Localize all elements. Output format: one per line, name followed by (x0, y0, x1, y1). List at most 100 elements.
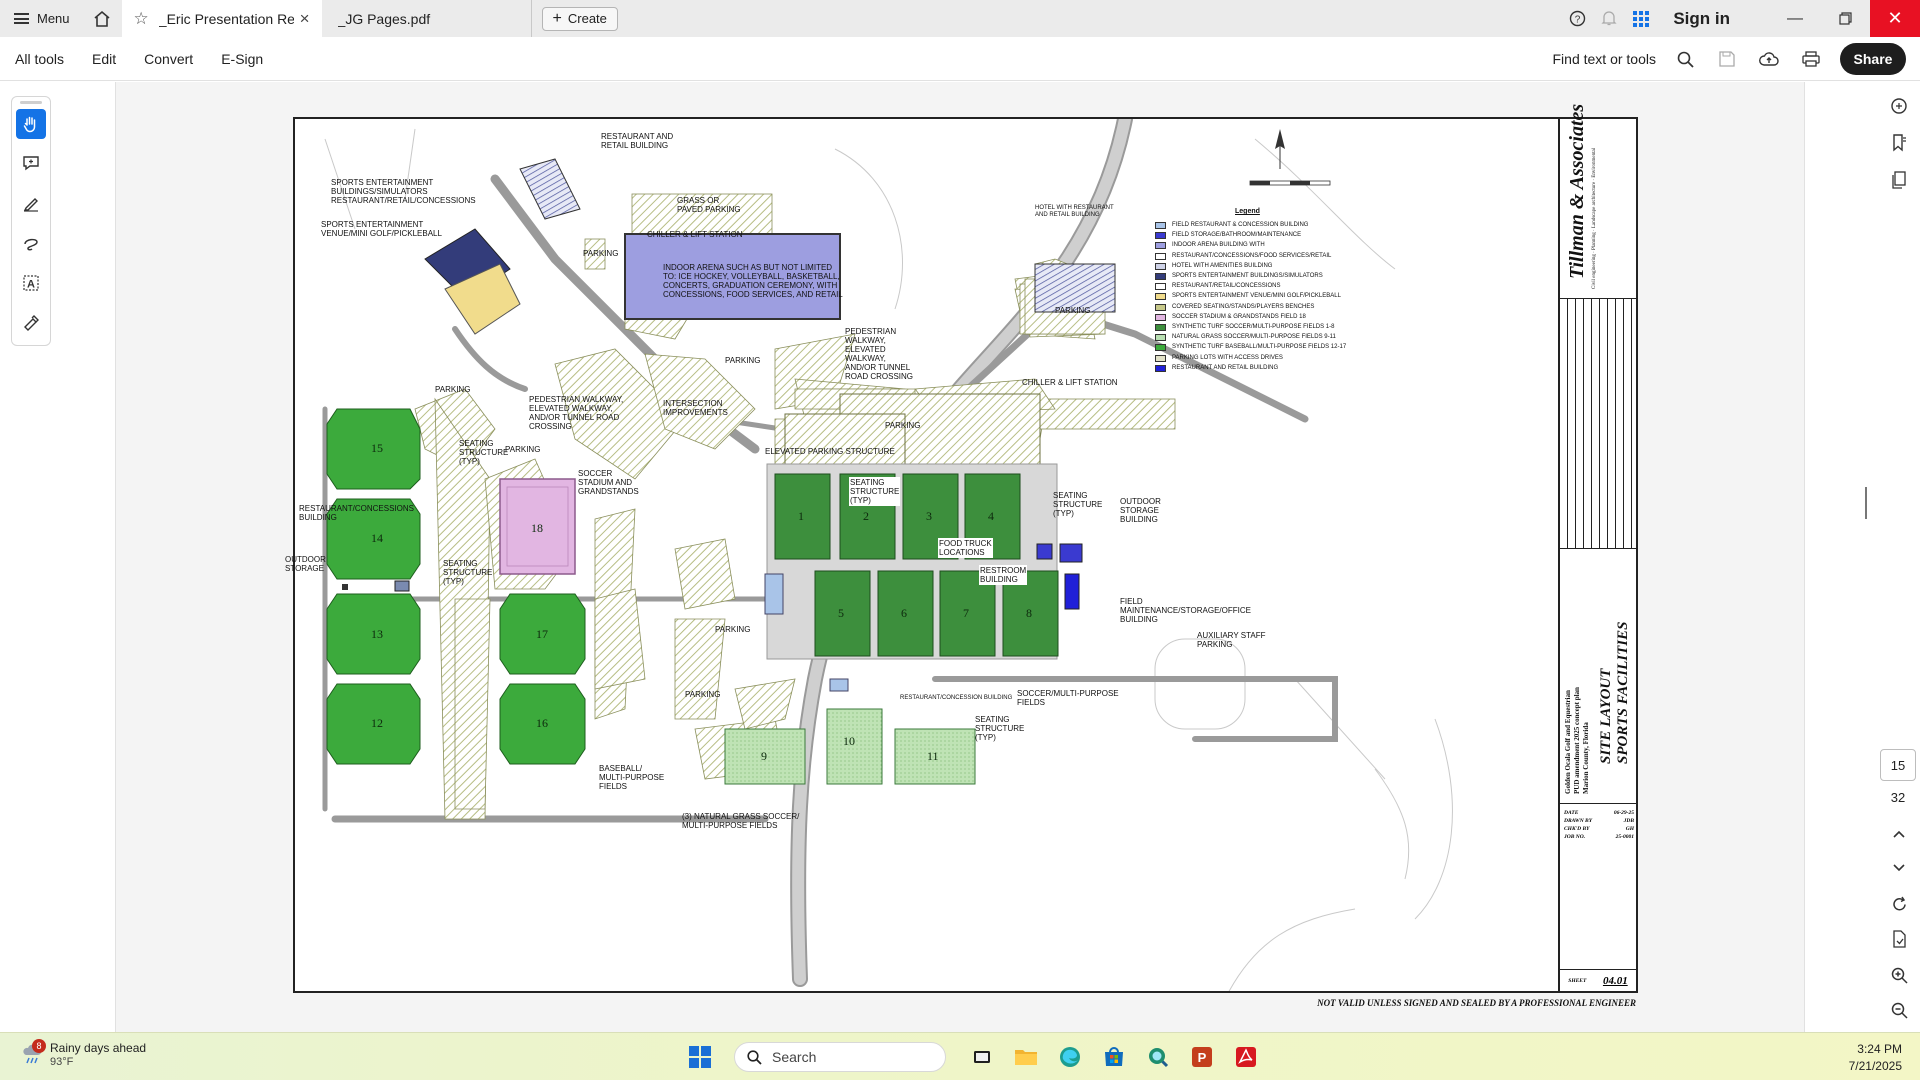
window-close-icon[interactable]: ✕ (1870, 0, 1920, 37)
firm-name: Tillman & Associates (1566, 103, 1588, 279)
save-icon[interactable] (1706, 37, 1748, 81)
label-seating-3: Seating structure (typ) (849, 477, 901, 506)
print-icon[interactable] (1790, 37, 1832, 81)
tab-label: _JG Pages.pdf (337, 10, 431, 27)
close-icon[interactable]: × (300, 9, 310, 29)
label-text: Sports entertainment buildings/simulator… (331, 178, 476, 205)
tab-label: _Eric Presentation Revp... (158, 10, 294, 27)
all-tools-menu[interactable]: All tools (15, 51, 64, 67)
job-label: Job no. (1564, 834, 1586, 840)
tab-eric-presentation[interactable]: ☆ _Eric Presentation Revp... × (121, 0, 322, 37)
comment-panel-icon[interactable] (1884, 91, 1914, 121)
project-name: Golden Ocala Golf and Equestrian PUD ame… (1564, 687, 1590, 794)
label-restaurant-retail: Restaurant and retail building (601, 132, 673, 150)
tab-jg-pages[interactable]: _JG Pages.pdf (322, 0, 532, 37)
sign-pen-icon[interactable] (16, 308, 46, 338)
taskbar-apps: Search P (678, 1039, 1268, 1075)
right-rail: 15 32 (1804, 82, 1920, 1032)
label-text: Chiller & lift station (647, 230, 743, 239)
label-outdoor-storage-right: Outdoor storage building (1120, 497, 1161, 524)
rotate-icon[interactable] (1884, 889, 1914, 919)
edge-browser-icon[interactable] (1050, 1039, 1090, 1075)
sign-in-button[interactable]: Sign in (1673, 9, 1730, 29)
taskbar-search-input[interactable]: Search (734, 1042, 946, 1072)
field-number-4: 4 (988, 509, 994, 523)
drawn-label: Drawn by (1564, 818, 1593, 824)
bookmark-icon[interactable] (1884, 128, 1914, 158)
label-parking-8: Parking (1055, 306, 1090, 315)
title-block: Tillman & Associates Civil engineering ·… (1558, 104, 1636, 991)
field-number-3: 3 (926, 509, 932, 523)
cloud-upload-icon[interactable] (1748, 37, 1790, 81)
sheet-number: 04.01 (1602, 974, 1628, 987)
panel-grip[interactable] (20, 101, 42, 104)
pages-icon[interactable] (1884, 165, 1914, 195)
legend-label: Hotel with amenities building (1172, 262, 1273, 269)
legend-item: Sports entertainment venue/mini golf/pic… (1155, 293, 1341, 301)
map-search-app-icon[interactable] (1138, 1039, 1178, 1075)
windows-start-icon[interactable] (680, 1039, 720, 1075)
menu-button[interactable]: Menu (0, 0, 82, 37)
bell-icon[interactable] (1593, 0, 1625, 37)
file-explorer-icon[interactable] (1006, 1039, 1046, 1075)
minimize-icon[interactable]: — (1770, 0, 1820, 37)
sheet-title: Site layout sports facilities (1598, 621, 1631, 764)
task-view-icon[interactable] (962, 1039, 1002, 1075)
firm-panel: Tillman & Associates Civil engineering ·… (1560, 104, 1636, 299)
label-text: Seating structure (typ) (443, 559, 493, 586)
home-icon (94, 10, 110, 27)
highlight-pen-icon[interactable] (16, 188, 46, 218)
document-canvas[interactable]: Restaurant and retail building Sports en… (116, 82, 1804, 1032)
field-number-10: 10 (843, 734, 855, 748)
label-hotel: Hotel with restaurant and retail buildin… (1035, 205, 1114, 219)
draw-freehand-icon[interactable] (16, 228, 46, 258)
add-comment-icon[interactable] (16, 148, 46, 178)
find-text-button[interactable]: Find text or tools (1553, 51, 1657, 67)
label-parking-1: Parking (583, 249, 618, 258)
create-button[interactable]: + Create (541, 6, 618, 31)
microsoft-store-icon[interactable] (1094, 1039, 1134, 1075)
vertical-scrollbar[interactable] (1865, 487, 1867, 519)
edit-menu[interactable]: Edit (92, 51, 116, 67)
label-text: (3) Natural grass soccer/ multi-purpose … (682, 812, 800, 830)
chevron-up-icon[interactable] (1884, 819, 1914, 849)
zoom-in-icon[interactable] (1884, 960, 1914, 990)
label-parking-3: Parking (435, 385, 470, 394)
restore-icon[interactable] (1820, 0, 1870, 37)
home-button[interactable] (82, 0, 122, 37)
apps-grid-icon[interactable] (1625, 0, 1657, 37)
star-icon[interactable]: ☆ (134, 9, 149, 29)
legend-label: Field restaurant & concession building (1172, 222, 1309, 228)
date-label: Date (1564, 810, 1579, 816)
label-natural-grass: (3) Natural grass soccer/ multi-purpose … (682, 812, 799, 830)
label-field-maintenance: Field maintenance/storage/office buildin… (1120, 597, 1251, 624)
help-icon[interactable]: ? (1561, 0, 1593, 37)
extract-page-icon[interactable] (1884, 924, 1914, 954)
scale-bar (1249, 180, 1331, 186)
convert-menu[interactable]: Convert (144, 51, 193, 67)
plus-icon: + (552, 9, 562, 27)
pdf-page[interactable]: Restaurant and retail building Sports en… (285, 104, 1638, 1008)
powerpoint-icon[interactable]: P (1182, 1039, 1222, 1075)
legend-label: Sports entertainment buildings/simulator… (1172, 273, 1323, 279)
svg-text:P: P (1198, 1050, 1207, 1065)
checked-value: GH (1625, 826, 1634, 832)
esign-menu[interactable]: E-Sign (221, 51, 263, 67)
zoom-out-icon[interactable] (1884, 995, 1914, 1025)
page-number-input[interactable]: 15 (1880, 749, 1916, 781)
chevron-down-icon[interactable] (1884, 853, 1914, 883)
label-text: Parking (583, 249, 619, 258)
label-parking-2: Parking (725, 356, 760, 365)
system-clock[interactable]: 3:24 PM 7/21/2025 (1849, 1041, 1902, 1075)
share-button[interactable]: Share (1840, 43, 1906, 75)
label-grass-paved-parking: Grass or paved parking (677, 196, 741, 214)
label-text: Parking (715, 625, 751, 634)
legend-label: Covered seating/stands/players benches (1172, 303, 1315, 310)
weather-widget[interactable]: 8 Rainy days ahead 93°F (22, 1039, 146, 1068)
label-parking-6: Parking (715, 625, 750, 634)
acrobat-icon[interactable] (1226, 1039, 1266, 1075)
hand-tool-icon[interactable] (16, 109, 46, 139)
search-icon[interactable] (1664, 37, 1706, 81)
hamburger-icon (14, 13, 29, 24)
text-select-icon[interactable]: A (16, 268, 46, 298)
